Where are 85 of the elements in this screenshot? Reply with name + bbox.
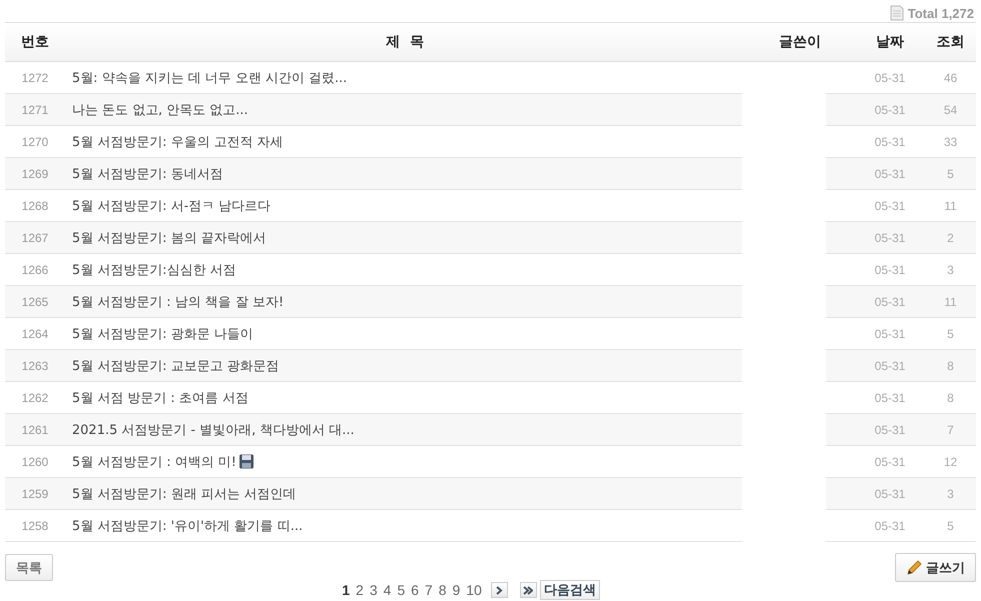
post-number: 1259 bbox=[20, 486, 50, 500]
next-search-button[interactable]: 다음검색 bbox=[540, 580, 600, 600]
post-number: 1258 bbox=[20, 518, 50, 532]
post-date: 05-31 bbox=[874, 454, 906, 468]
post-title-link[interactable]: 5월 서점방문기 : 여백의 미! bbox=[72, 452, 236, 470]
page-link[interactable]: 10 bbox=[463, 582, 485, 598]
post-date: 05-31 bbox=[874, 486, 906, 500]
post-date: 05-31 bbox=[874, 102, 906, 116]
page-link[interactable]: 7 bbox=[422, 582, 436, 598]
page-link[interactable]: 3 bbox=[366, 582, 380, 598]
pencil-icon bbox=[906, 560, 922, 576]
view-count: 5 bbox=[946, 166, 955, 180]
post-date: 05-31 bbox=[874, 198, 906, 212]
double-chevron-right-icon bbox=[523, 586, 534, 594]
column-header: 글쓴이 bbox=[778, 33, 822, 51]
post-number: 1265 bbox=[20, 294, 50, 308]
post-title-link[interactable]: 5월 서점방문기: 우울의 고전적 자세 bbox=[72, 132, 284, 150]
page-link[interactable]: 8 bbox=[436, 582, 450, 598]
post-date: 05-31 bbox=[874, 166, 906, 180]
view-count: 2 bbox=[946, 230, 955, 244]
column-header: 조회 bbox=[936, 33, 966, 51]
view-count: 33 bbox=[942, 134, 958, 148]
post-number: 1268 bbox=[20, 198, 50, 212]
post-number: 1271 bbox=[20, 102, 50, 116]
view-count: 3 bbox=[946, 262, 955, 276]
post-date: 05-31 bbox=[874, 230, 906, 244]
chevron-right-icon bbox=[494, 586, 504, 594]
post-number: 1264 bbox=[20, 326, 50, 340]
post-title-link[interactable]: 5월: 약속을 지키는 데 너무 오랜 시간이 걸렸... bbox=[72, 68, 347, 86]
last-page-button[interactable] bbox=[520, 582, 537, 598]
post-title-link[interactable]: 5월 서점방문기:심심한 서점 bbox=[72, 260, 236, 278]
post-title-link[interactable]: 5월 서점방문기: 서-점ㅋ 남다르다 bbox=[72, 196, 271, 214]
post-title-link[interactable]: 5월 서점방문기: 광화문 나들이 bbox=[72, 324, 254, 342]
post-title-link[interactable]: 5월 서점방문기: 교보문고 광화문점 bbox=[72, 356, 280, 374]
view-count: 5 bbox=[946, 518, 955, 532]
post-date: 05-31 bbox=[874, 422, 906, 436]
post-number: 1261 bbox=[20, 422, 50, 436]
page-link[interactable]: 2 bbox=[352, 582, 367, 598]
view-count: 12 bbox=[942, 454, 958, 468]
post-date: 05-31 bbox=[874, 326, 906, 340]
post-date: 05-31 bbox=[874, 70, 906, 84]
post-date: 05-31 bbox=[874, 134, 906, 148]
view-count: 11 bbox=[943, 198, 958, 212]
post-title-link[interactable]: 2021.5 서점방문기 - 별빛아래, 책다방에서 대... bbox=[72, 420, 354, 438]
post-number: 1266 bbox=[20, 262, 50, 276]
post-date: 05-31 bbox=[874, 518, 906, 532]
view-count: 7 bbox=[946, 422, 955, 436]
document-icon bbox=[890, 5, 904, 21]
post-number: 1262 bbox=[20, 390, 50, 404]
post-number: 1263 bbox=[20, 358, 50, 372]
total-count: Total 1,272 bbox=[908, 6, 974, 20]
list-button[interactable]: 목록 bbox=[5, 554, 53, 581]
post-title-link[interactable]: 5월 서점방문기: 봄의 끝자락에서 bbox=[72, 228, 266, 246]
write-button[interactable]: 글쓰기 bbox=[895, 553, 976, 582]
view-count: 3 bbox=[946, 486, 955, 500]
post-title-link[interactable]: 5월 서점방문기 : 남의 책을 잘 보자! bbox=[72, 292, 284, 310]
view-count: 8 bbox=[946, 390, 955, 404]
view-count: 11 bbox=[943, 294, 958, 308]
post-date: 05-31 bbox=[874, 358, 906, 372]
view-count: 54 bbox=[942, 102, 958, 116]
post-number: 1270 bbox=[20, 134, 50, 148]
post-number: 1272 bbox=[20, 70, 50, 84]
view-count: 46 bbox=[942, 70, 958, 84]
column-header: 번호 bbox=[20, 33, 50, 51]
column-header: 제 목 bbox=[384, 33, 425, 51]
post-title-link[interactable]: 5월 서점방문기: 동네서점 bbox=[72, 164, 223, 182]
post-date: 05-31 bbox=[874, 294, 906, 308]
page-link[interactable]: 4 bbox=[380, 582, 394, 598]
post-title-link[interactable]: 5월 서점방문기: 원래 피서는 서점인데 bbox=[72, 484, 296, 502]
page-link[interactable]: 1 bbox=[339, 582, 353, 598]
post-title-link[interactable]: 나는 돈도 없고, 안목도 없고... bbox=[72, 100, 248, 118]
post-number: 1269 bbox=[20, 166, 50, 180]
next-page-button[interactable] bbox=[490, 582, 508, 598]
page-link[interactable]: 9 bbox=[449, 582, 464, 598]
page-link[interactable]: 6 bbox=[408, 582, 422, 598]
post-title-link[interactable]: 5월 서점방문기: '유이'하게 활기를 띠... bbox=[72, 516, 303, 534]
post-date: 05-31 bbox=[874, 262, 906, 276]
page-link[interactable]: 5 bbox=[394, 582, 408, 598]
post-number: 1260 bbox=[20, 454, 50, 468]
view-count: 8 bbox=[946, 358, 955, 372]
view-count: 5 bbox=[946, 326, 955, 340]
post-number: 1267 bbox=[20, 230, 50, 244]
post-title-link[interactable]: 5월 서점 방문기 : 초여름 서점 bbox=[72, 388, 248, 406]
post-date: 05-31 bbox=[874, 390, 906, 404]
column-header: 날짜 bbox=[875, 33, 905, 51]
